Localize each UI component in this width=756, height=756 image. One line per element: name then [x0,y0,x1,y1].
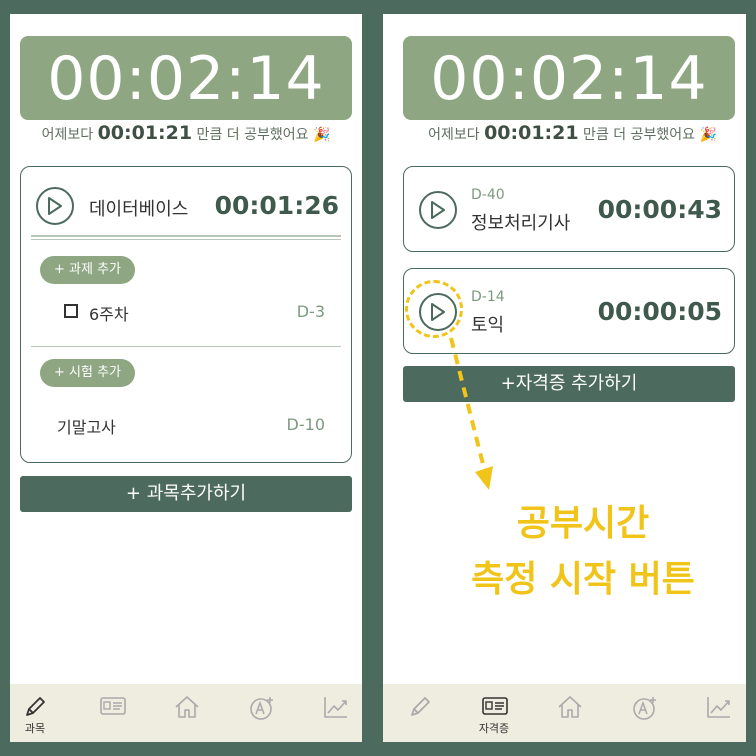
annotation-line2: 측정 시작 버튼 [471,559,695,600]
nav-stats[interactable] [300,684,362,742]
subject-name: 데이터베이스 [89,199,189,220]
add-subject-button[interactable]: + 과목추가하기 [20,476,352,512]
chart-icon [707,697,730,718]
task-checkbox[interactable] [64,304,78,318]
nav-label-certificates: 자격증 [478,722,510,735]
play-icon [48,197,62,215]
certificates-screen: 00:02:14 어제보다 00:01:21 만큼 더 공부했어요 🎉 D-40… [383,14,746,742]
grade-icon [633,697,656,720]
home-icon [558,696,582,718]
nav-certificates[interactable] [77,684,147,742]
compare-prefix: 어제보다 [428,127,485,143]
compare-suffix: 만큼 더 공부했어요 🎉 [578,127,717,143]
subject-card: 데이터베이스 00:01:26 + 과제 추가 6주차 D-3 + 시험 추가 … [20,166,352,463]
cert-name: 정보처리기사 [471,213,571,234]
add-exam-button[interactable]: + 시험 추가 [40,359,135,387]
subject-time: 00:01:26 [214,191,339,220]
annotation-arrow [449,337,493,490]
task-name: 6주차 [89,305,129,324]
bottom-nav: 자격증 [383,684,746,742]
compare-time: 00:01:21 [97,122,193,144]
compare-time: 00:01:21 [484,122,579,144]
pencil-icon [411,697,430,716]
cert-time: 00:00:43 [597,195,722,224]
cert-time: 00:00:05 [597,297,722,326]
home-icon [175,696,199,718]
nav-home[interactable] [151,684,221,742]
task-dday: D-3 [296,302,325,321]
annotation-line1: 공부시간 [516,503,650,544]
exam-dday: D-10 [286,415,325,434]
play-icon [431,201,445,219]
nav-label-subjects: 과목 [24,722,46,735]
pencil-icon [26,697,45,716]
compare-text: 어제보다 00:01:21 만큼 더 공부했어요 🎉 [391,122,746,144]
compare-suffix: 만큼 더 공부했어요 🎉 [192,127,331,143]
nav-subjects[interactable] [385,684,455,742]
nav-stats[interactable] [683,684,746,742]
play-button[interactable] [36,187,74,225]
id-card-icon [482,697,508,715]
subjects-screen: 00:02:14 어제보다 00:01:21 만큼 더 공부했어요 🎉 데이터베… [10,14,362,742]
divider [31,346,341,347]
exam-name: 기말고사 [57,418,116,437]
nav-grades[interactable] [226,684,296,742]
divider [31,239,341,240]
id-card-icon [100,697,126,715]
nav-home[interactable] [534,684,604,742]
compare-text: 어제보다 00:01:21 만큼 더 공부했어요 🎉 [10,122,362,144]
nav-subjects[interactable]: 과목 [10,684,70,742]
annotation-circle [405,280,463,338]
nav-grades[interactable] [609,684,679,742]
total-timer: 00:02:14 [403,36,735,120]
bottom-nav: 과목 [10,684,362,742]
chart-icon [324,697,347,718]
compare-prefix: 어제보다 [41,127,98,143]
play-button[interactable] [419,191,457,229]
cert-dday: D-14 [471,289,505,305]
add-task-button[interactable]: + 과제 추가 [40,256,135,284]
divider [31,235,341,237]
cert-dday: D-40 [471,187,505,203]
grade-icon [250,697,273,720]
total-timer: 00:02:14 [20,36,352,120]
certificate-card: D-40 정보처리기사 00:00:43 [403,166,735,252]
nav-certificates[interactable]: 자격증 [459,684,529,742]
